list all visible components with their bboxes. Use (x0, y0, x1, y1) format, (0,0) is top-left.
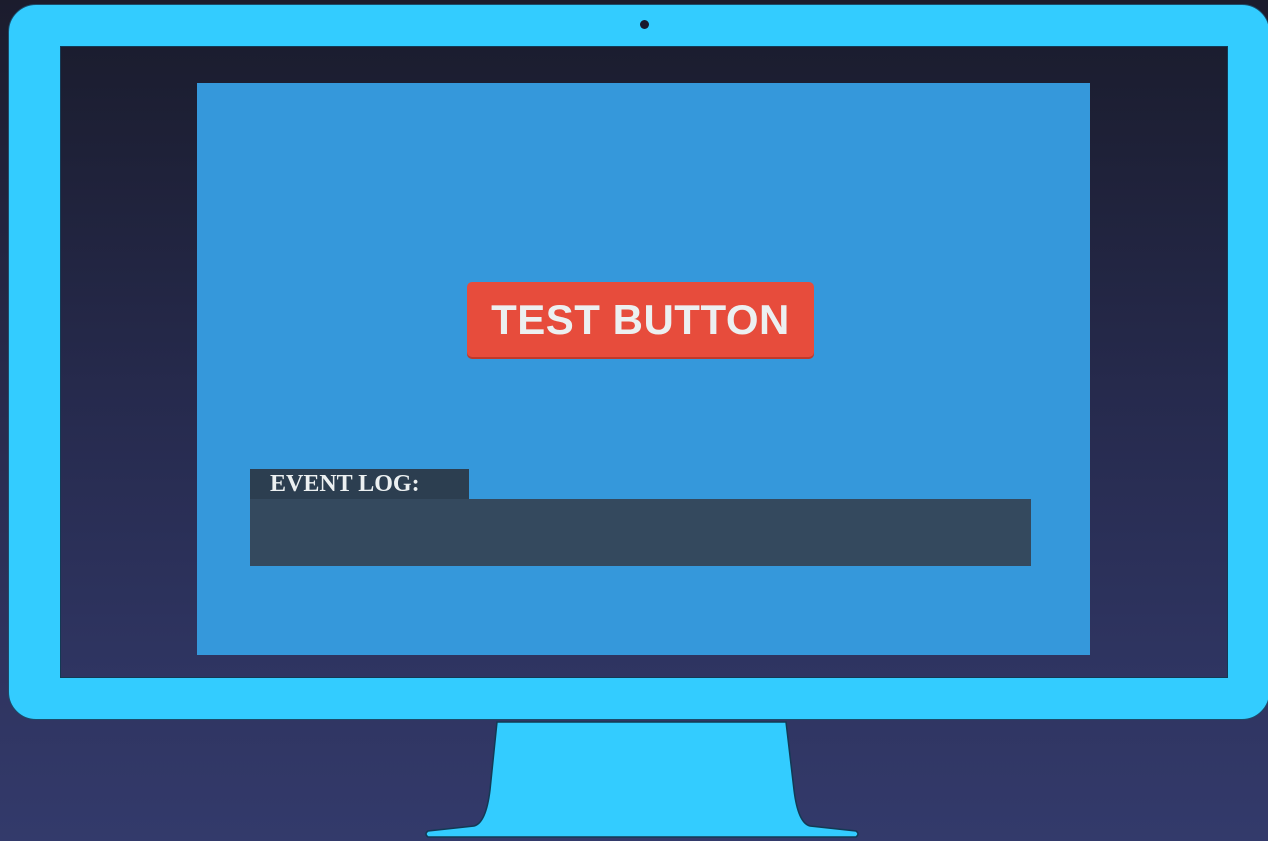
webcam-icon (640, 20, 649, 29)
event-log-label: EVENT LOG: (250, 469, 469, 499)
app-viewport: TEST BUTTON EVENT LOG: (197, 83, 1090, 655)
monitor-scene: TEST BUTTON EVENT LOG: (0, 0, 1268, 841)
monitor-stand (425, 721, 859, 838)
test-button[interactable]: TEST BUTTON (467, 282, 814, 357)
event-log-area (250, 499, 1031, 566)
